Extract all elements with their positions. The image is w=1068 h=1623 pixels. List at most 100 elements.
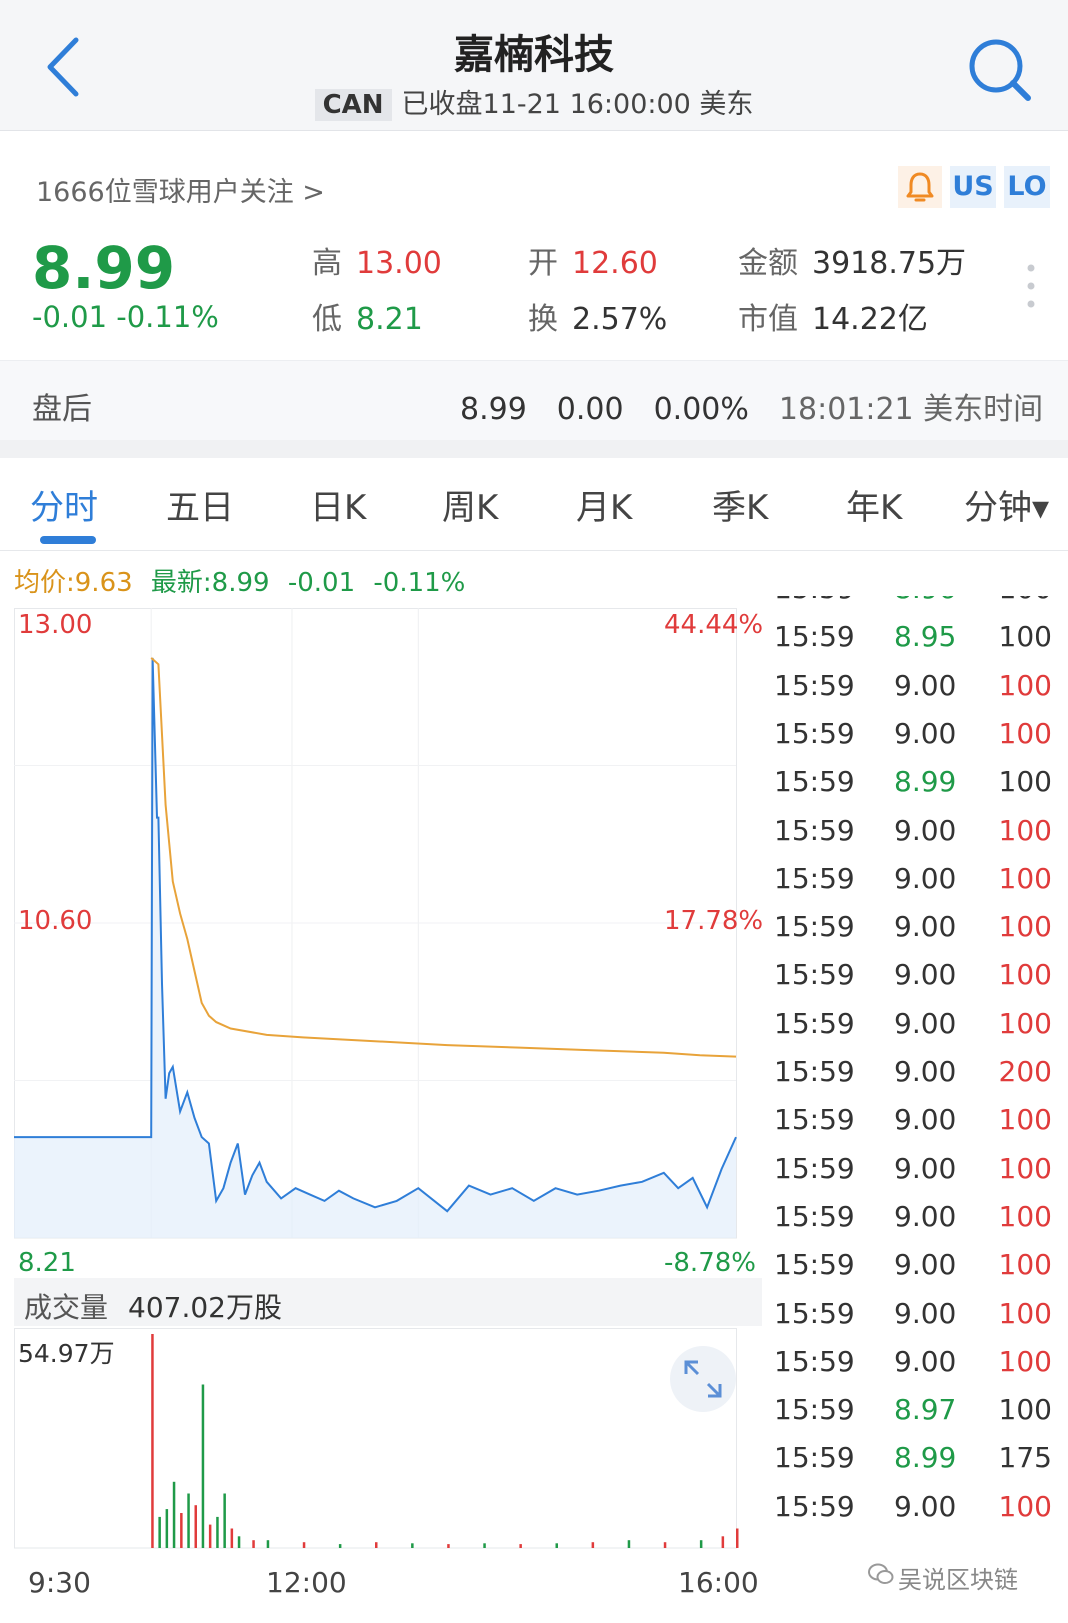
trade-price: 9.00: [894, 668, 957, 702]
volume-bar: [180, 1513, 183, 1548]
trade-row: 15:59 9.00 100: [766, 1007, 1066, 1057]
trade-time: 15:59: [774, 596, 855, 605]
volume-bar: [172, 1481, 176, 1548]
volume-frame: [14, 1328, 737, 1549]
trade-time: 15:59: [774, 1006, 855, 1040]
volume-bar: [411, 1543, 414, 1548]
legend-avg-price: 均价:9.63: [14, 568, 133, 598]
trade-price: 9.00: [894, 1248, 957, 1282]
more-vertical-icon[interactable]: [1026, 262, 1036, 312]
after-hours-pct: 0.00%: [653, 392, 749, 427]
volume-chart[interactable]: [14, 1328, 762, 1552]
price-line: [14, 657, 737, 1213]
trade-volume: 100: [998, 1393, 1052, 1427]
after-hours-label: 盘后: [32, 392, 92, 427]
level-badge[interactable]: LO: [1004, 166, 1050, 208]
legend-change: -0.01: [287, 568, 356, 598]
tab-intraday[interactable]: 分时: [30, 480, 98, 529]
legend-latest: 最新:8.99: [150, 568, 270, 598]
volume-bar: [302, 1542, 306, 1548]
volume-bar: [627, 1540, 631, 1548]
volume-bar: [519, 1544, 522, 1548]
trade-row: 15:59 8.96 100: [766, 596, 1066, 622]
trade-volume: 100: [998, 958, 1052, 992]
trade-volume: 100: [998, 1489, 1052, 1523]
trade-volume: 100: [998, 1296, 1052, 1330]
volume-bar: [208, 1524, 212, 1548]
market-status: 已收盘11-21 16:00:00 美东: [401, 89, 754, 120]
trade-price: 8.99: [894, 765, 957, 799]
trade-price: 8.97: [894, 1393, 957, 1427]
trade-volume: 100: [998, 620, 1052, 654]
tab-quarterly-k[interactable]: 季K: [712, 480, 768, 529]
mktcap-stat: 市值 14.22亿: [738, 302, 928, 337]
trade-volume: 100: [998, 1199, 1052, 1233]
tab-weekly-k[interactable]: 周K: [442, 480, 498, 529]
tab-daily-k[interactable]: 日K: [310, 480, 366, 529]
trade-ticks-list[interactable]: 15:598.9610015:598.9510015:599.0010015:5…: [766, 596, 1066, 1556]
trade-row: 15:59 9.00 100: [766, 1200, 1066, 1250]
tab-monthly-k[interactable]: 月K: [576, 480, 632, 529]
trade-row: 15:59 9.00 100: [766, 814, 1066, 864]
fullscreen-button[interactable]: [670, 1346, 736, 1412]
volume-header: [14, 1278, 762, 1326]
trade-row: 15:59 8.99 175: [766, 1441, 1066, 1491]
us-market-badge[interactable]: US: [950, 166, 996, 208]
turnover-stat: 换 2.57%: [528, 302, 668, 337]
trade-time: 15:59: [774, 668, 855, 702]
tab-minute[interactable]: 分钟▾: [964, 480, 1049, 529]
trade-volume: 100: [998, 861, 1052, 895]
volume-bar: [555, 1543, 558, 1548]
trade-time: 15:59: [774, 1248, 855, 1282]
trade-price: 9.00: [894, 861, 957, 895]
trade-time: 15:59: [774, 716, 855, 750]
trade-price: 8.99: [894, 1441, 957, 1475]
trade-row: 15:59 9.00 100: [766, 1297, 1066, 1347]
wechat-icon: [868, 1563, 894, 1584]
chart-legend: 均价:9.63 最新:8.99 -0.01 -0.11%: [14, 562, 465, 599]
trade-price: 9.00: [894, 958, 957, 992]
trade-time: 15:59: [774, 958, 855, 992]
volume-bar: [699, 1540, 703, 1548]
x-axis-label-mid: 12:00: [266, 1566, 347, 1599]
trade-price: 9.00: [894, 1344, 957, 1378]
tab-5day[interactable]: 五日: [166, 480, 234, 529]
trade-time: 15:59: [774, 1489, 855, 1523]
avg-price-line: [150, 657, 737, 1058]
amount-stat: 金额 3918.75万: [738, 246, 967, 281]
y-axis-price-low: 8.21: [18, 1248, 76, 1278]
volume-bar: [151, 1334, 154, 1548]
volume-bar: [230, 1528, 234, 1548]
after-hours-change: 0.00: [556, 392, 624, 427]
exchange-badge: CAN: [314, 89, 392, 121]
volume-total: 407.02万股: [128, 1291, 282, 1324]
divider: [0, 550, 1068, 551]
trade-volume: 175: [998, 1441, 1052, 1475]
trade-volume: 100: [998, 1344, 1052, 1378]
volume-bar: [252, 1540, 255, 1548]
trade-time: 15:59: [774, 1103, 855, 1137]
trade-volume: 100: [998, 1103, 1052, 1137]
trade-row: 15:59 8.95 100: [766, 620, 1066, 670]
trade-row: 15:59 9.00 100: [766, 958, 1066, 1008]
stock-name: 嘉楠科技: [454, 32, 614, 78]
trade-price: 9.00: [894, 716, 957, 750]
trade-time: 15:59: [774, 1393, 855, 1427]
tab-yearly-k[interactable]: 年K: [846, 480, 902, 529]
trade-row: 15:59 8.97 100: [766, 1393, 1066, 1443]
x-axis-label-open: 9:30: [28, 1566, 91, 1599]
intraday-price-chart[interactable]: [14, 608, 762, 1274]
trade-row: 15:59 9.00 100: [766, 862, 1066, 912]
after-hours-time: 18:01:21 美东时间: [778, 392, 1044, 427]
y-axis-price-high: 13.00: [18, 610, 93, 640]
trade-row: 15:59 9.00 100: [766, 1248, 1066, 1298]
after-hours-values: 8.99 0.00 0.00% 18:01:21 美东时间: [460, 384, 1043, 428]
followers-link[interactable]: 1666位雪球用户关注 >: [36, 170, 325, 209]
trade-price: 9.00: [894, 1296, 957, 1330]
search-icon[interactable]: [966, 36, 1034, 104]
high-stat: 高 13.00: [312, 246, 442, 281]
price-alert-button[interactable]: [898, 166, 942, 208]
trade-volume: 100: [998, 910, 1052, 944]
trade-volume: 100: [998, 765, 1052, 799]
volume-bar: [194, 1505, 197, 1548]
